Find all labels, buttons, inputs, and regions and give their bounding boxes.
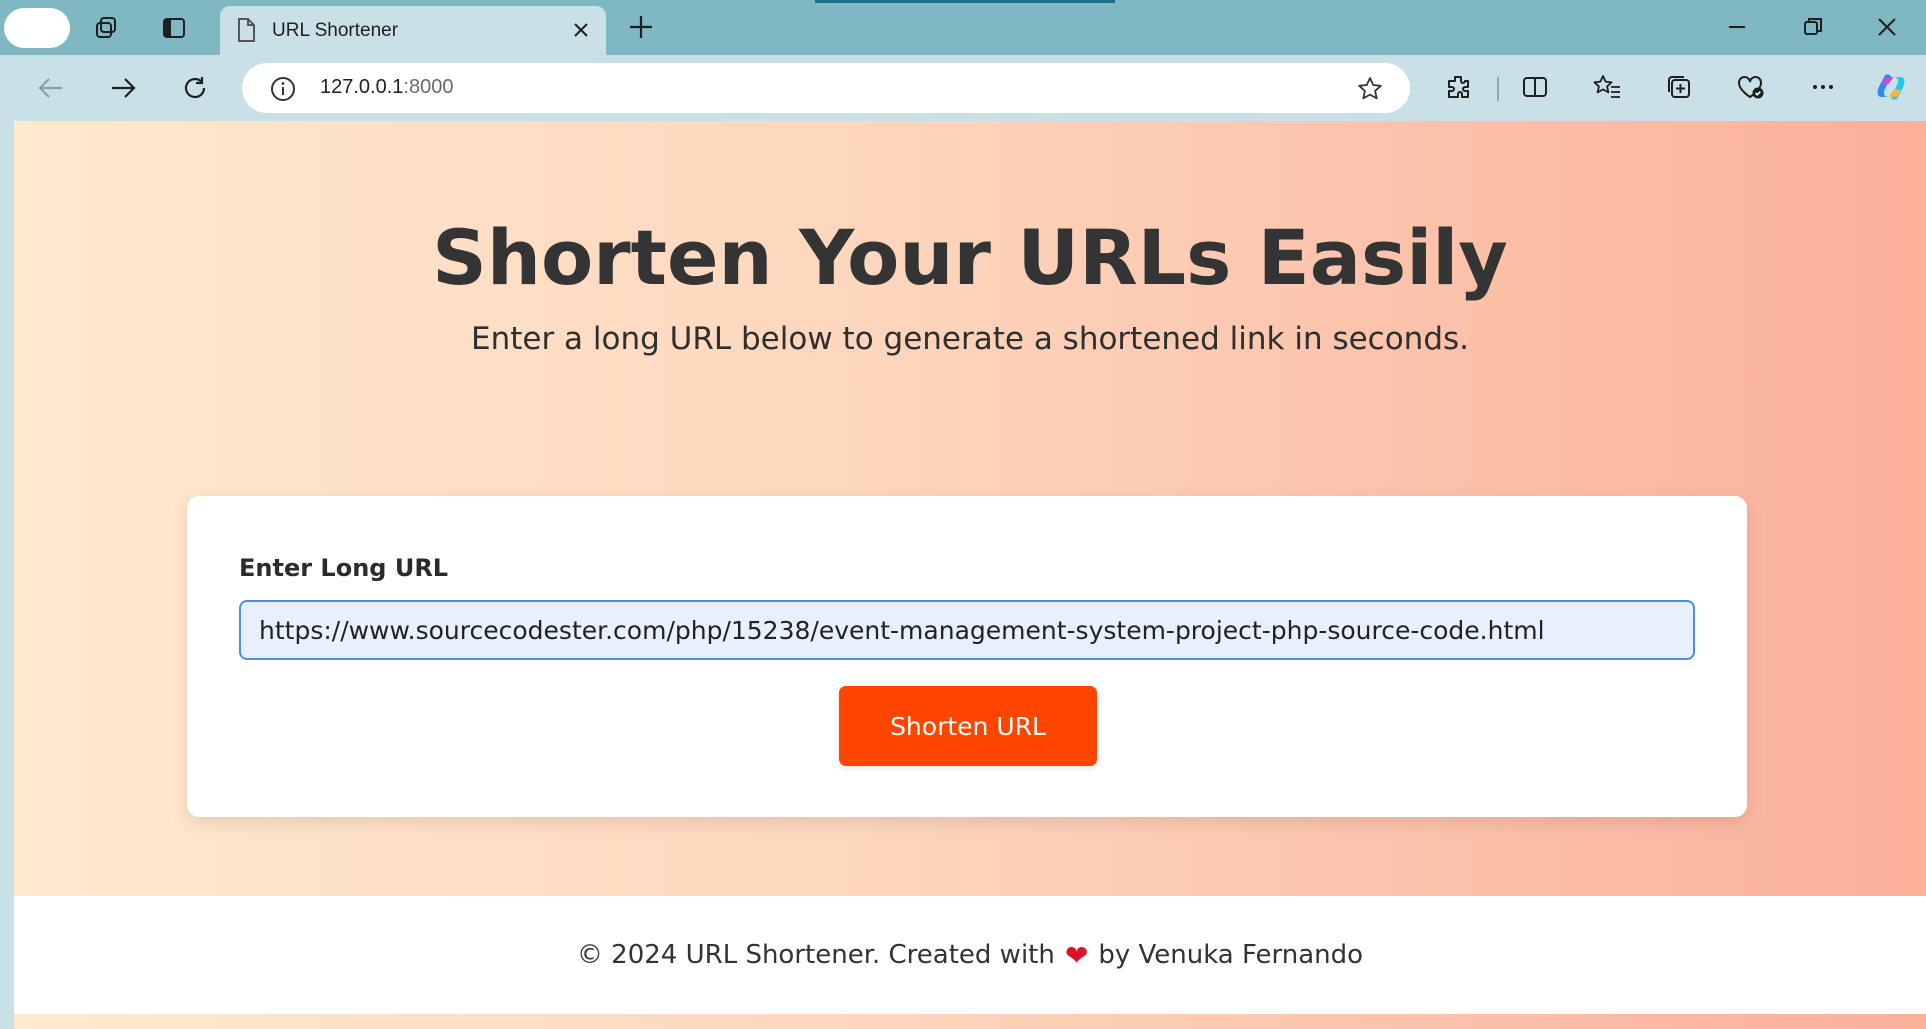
title-bar-accent <box>815 0 1115 3</box>
heart-icon: ❤ <box>1064 938 1089 972</box>
url-input-label: Enter Long URL <box>239 554 449 582</box>
forward-icon[interactable] <box>106 71 140 105</box>
browser-essentials-icon[interactable] <box>1734 70 1768 104</box>
favorites-icon[interactable] <box>1590 70 1624 104</box>
address-text[interactable]: 127.0.0.1:8000 <box>320 76 453 99</box>
page-viewport: Shorten Your URLs Easily Enter a long UR… <box>14 121 1926 1029</box>
window-edge <box>0 121 14 1029</box>
minimize-icon[interactable] <box>1724 14 1750 44</box>
plus-icon[interactable] <box>626 12 656 46</box>
tab-url-shortener[interactable]: URL Shortener <box>220 6 606 55</box>
workspaces-icon[interactable] <box>90 12 122 44</box>
address-port: :8000 <box>403 76 454 98</box>
title-bar: URL Shortener <box>0 0 1926 55</box>
page-footer: © 2024 URL Shortener. Created with ❤ by … <box>14 896 1926 1014</box>
long-url-input[interactable] <box>239 600 1695 660</box>
refresh-icon[interactable] <box>178 71 212 105</box>
restore-icon[interactable] <box>1800 14 1826 44</box>
back-icon[interactable] <box>34 71 68 105</box>
profile-avatar[interactable] <box>4 8 70 48</box>
tab-actions-icon[interactable] <box>158 12 190 44</box>
page-bottom-background <box>14 1014 1926 1029</box>
close-window-icon[interactable] <box>1874 14 1900 44</box>
footer-prefix: © 2024 URL Shortener. Created with <box>576 940 1055 970</box>
shorten-url-button[interactable]: Shorten URL <box>839 686 1097 766</box>
footer-suffix: by Venuka Fernando <box>1098 940 1364 970</box>
split-screen-icon[interactable] <box>1518 70 1552 104</box>
tab-title: URL Shortener <box>272 20 399 41</box>
collections-icon[interactable] <box>1662 70 1696 104</box>
page-icon <box>234 17 258 47</box>
page-subtitle: Enter a long URL below to generate a sho… <box>470 321 1470 357</box>
address-host: 127.0.0.1 <box>320 76 404 98</box>
star-icon[interactable] <box>1356 75 1384 107</box>
shorten-form-card: Enter Long URL Shorten URL <box>187 496 1747 817</box>
page-title: Shorten Your URLs Easily <box>432 213 1508 302</box>
address-bar[interactable]: 127.0.0.1:8000 <box>242 63 1410 113</box>
copilot-icon[interactable] <box>1874 70 1908 104</box>
extensions-icon[interactable] <box>1441 70 1475 104</box>
info-icon[interactable] <box>270 76 296 106</box>
more-icon[interactable] <box>1806 70 1840 104</box>
toolbar-divider <box>1497 77 1499 101</box>
browser-toolbar: 127.0.0.1:8000 <box>0 55 1926 121</box>
close-icon[interactable] <box>570 19 592 45</box>
